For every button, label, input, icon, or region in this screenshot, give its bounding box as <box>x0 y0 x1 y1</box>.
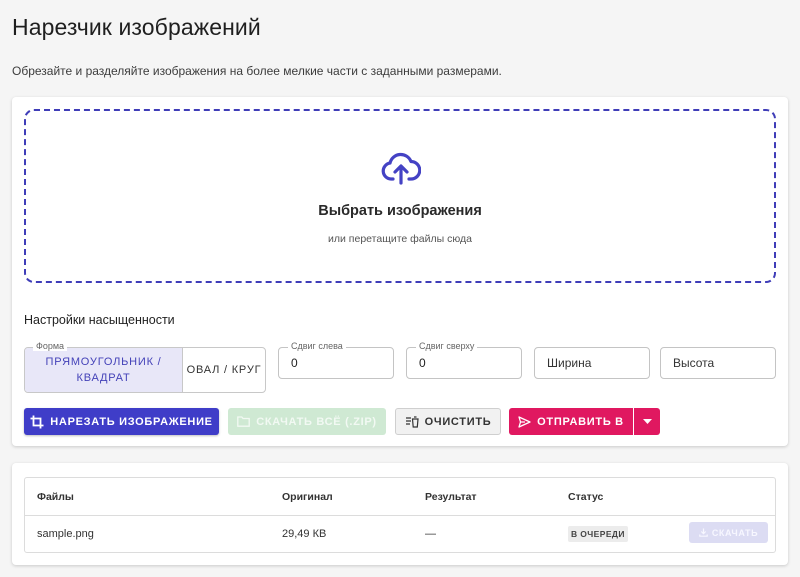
header-original: Оригинал <box>282 491 333 503</box>
send-to-dropdown-button[interactable] <box>634 408 660 435</box>
download-icon <box>699 528 708 537</box>
shape-legend: Форма <box>33 341 68 351</box>
settings-title: Настройки насыщенности <box>24 313 175 327</box>
dropzone-hint: или перетащите файлы сюда <box>328 233 472 245</box>
files-card: Файлы Оригинал Результат Статус sample.p… <box>12 463 788 565</box>
offset-top-input[interactable] <box>407 348 521 378</box>
header-result: Результат <box>425 491 477 503</box>
download-zip-label: СКАЧАТЬ ВСЁ (.ZIP) <box>256 415 377 428</box>
crop-image-label: НАРЕЗАТЬ ИЗОБРАЖЕНИЕ <box>50 415 213 428</box>
height-input[interactable] <box>661 348 775 378</box>
crop-image-button[interactable]: НАРЕЗАТЬ ИЗОБРАЖЕНИЕ <box>24 408 219 435</box>
status-badge: В ОЧЕРЕДИ <box>568 526 628 542</box>
file-name: sample.png <box>37 528 94 540</box>
clear-label: ОЧИСТИТЬ <box>424 415 492 428</box>
width-input[interactable] <box>535 348 649 378</box>
page-title: Нарезчик изображений <box>12 14 261 40</box>
cloud-upload-icon <box>381 152 421 185</box>
shape-option-oval[interactable]: ОВАЛ / КРУГ <box>183 348 265 392</box>
original-size: 29,49 КВ <box>282 528 327 540</box>
header-status: Статус <box>568 491 604 503</box>
file-dropzone[interactable]: Выбрать изображения или перетащите файлы… <box>24 109 776 283</box>
send-icon <box>518 415 531 428</box>
download-zip-button[interactable]: СКАЧАТЬ ВСЁ (.ZIP) <box>228 408 386 435</box>
files-table: Файлы Оригинал Результат Статус sample.p… <box>24 477 776 553</box>
table-header: Файлы Оригинал Результат Статус <box>25 478 775 516</box>
send-to-button[interactable]: ОТПРАВИТЬ В <box>509 408 633 435</box>
result-size: — <box>425 528 436 540</box>
download-file-button[interactable]: СКАЧАТЬ <box>689 522 768 543</box>
send-to-label: ОТПРАВИТЬ В <box>537 415 624 428</box>
header-files: Файлы <box>37 491 74 503</box>
folder-icon <box>237 416 251 427</box>
clear-button[interactable]: ОЧИСТИТЬ <box>395 408 501 435</box>
height-field <box>660 347 776 379</box>
chevron-down-icon <box>642 419 652 424</box>
dropzone-title[interactable]: Выбрать изображения <box>26 203 774 219</box>
shape-toggle-group: Форма ПРЯМОУГОЛЬНИК / КВАДРАТ ОВАЛ / КРУ… <box>24 341 266 393</box>
offset-left-input[interactable] <box>279 348 393 378</box>
shape-option-rectangle[interactable]: ПРЯМОУГОЛЬНИК / КВАДРАТ <box>25 348 183 392</box>
crop-icon <box>30 415 44 428</box>
offset-top-field: Сдвиг сверху <box>406 341 522 379</box>
clear-all-icon <box>405 415 419 428</box>
page-subtitle: Обрезайте и разделяйте изображения на бо… <box>12 64 502 78</box>
slicer-card: Выбрать изображения или перетащите файлы… <box>12 97 788 446</box>
width-field <box>534 347 650 379</box>
download-file-label: СКАЧАТЬ <box>711 527 759 538</box>
offset-left-field: Сдвиг слева <box>278 341 394 379</box>
